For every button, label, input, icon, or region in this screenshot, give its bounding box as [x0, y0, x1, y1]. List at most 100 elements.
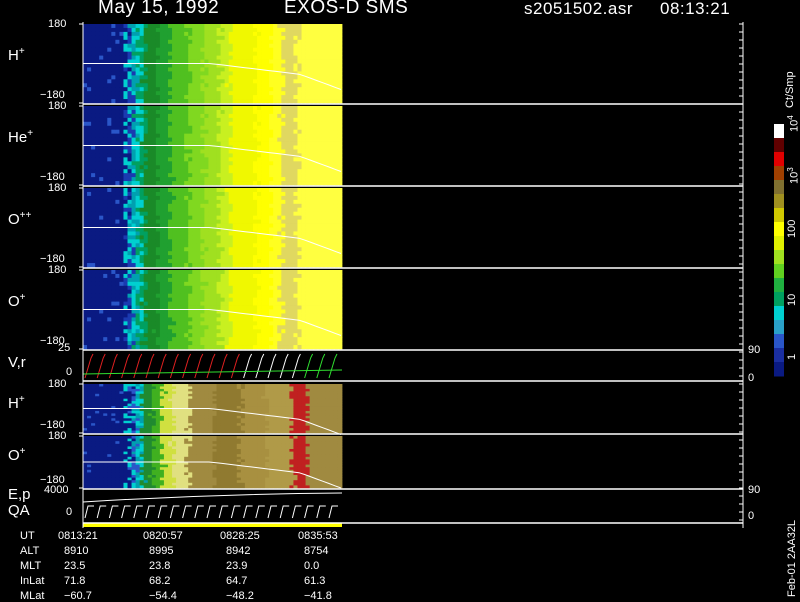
- o-plus-cell: [107, 321, 112, 326]
- o-plus-cell: [228, 325, 234, 330]
- o-plusplus-cell: [83, 235, 88, 240]
- o-plusplus-cell: [333, 203, 339, 209]
- o-plus-cell: [224, 329, 230, 334]
- o-plus-cell: [103, 293, 108, 299]
- h-plus-cell: [91, 71, 96, 76]
- o-plus-cell: [301, 341, 306, 346]
- he-plus-cell: [333, 117, 339, 123]
- o-plusplus-cell: [184, 227, 189, 232]
- he-plus-cell: [212, 153, 217, 158]
- o-plusplus-cell: [172, 199, 177, 205]
- o-plus-cell: [293, 333, 298, 338]
- h-plus-cell: [285, 35, 290, 41]
- o-plusplus-cell: [313, 191, 319, 197]
- o-plus-cell: [309, 317, 315, 322]
- he-plus-cell: [204, 113, 209, 119]
- h-plus-cell: [301, 87, 306, 92]
- o-plus-cell: [99, 321, 104, 326]
- o-plus-cell: [277, 333, 282, 338]
- o-plus-cell: [257, 317, 262, 322]
- he-plus-cell: [317, 125, 323, 131]
- he-plus-cell: [143, 109, 149, 115]
- he-plus-cell: [265, 173, 270, 178]
- h-plus-cell: [224, 59, 230, 64]
- he-plus-cell: [301, 165, 306, 170]
- o-plus-cell: [212, 341, 217, 346]
- o-plusplus-cell: [309, 199, 315, 205]
- o-plusplus-cell: [103, 219, 108, 224]
- o-plusplus-cell: [265, 231, 270, 236]
- o-plusplus-cell: [216, 199, 221, 205]
- he-plus-cell: [236, 161, 242, 166]
- o-plusplus-cell: [95, 231, 100, 236]
- o-plusplus-cell: [293, 231, 298, 236]
- o-plusplus-cell: [313, 223, 319, 228]
- o-plus-cell: [103, 273, 108, 279]
- o-plusplus-cell: [200, 219, 205, 224]
- o-plusplus-cell: [163, 259, 169, 264]
- o-plusplus-cell: [285, 239, 290, 244]
- he-plus-cell: [337, 137, 343, 142]
- o-plus-cell: [208, 345, 213, 350]
- he-plus-cell: [103, 181, 108, 186]
- o-plus-cell: [107, 297, 112, 302]
- h-plus-cell: [252, 71, 258, 76]
- o-plus-cell: [228, 289, 234, 295]
- h-plus-cell: [289, 51, 294, 56]
- h-plus-cell: [200, 91, 205, 96]
- o-plusplus-cell: [192, 239, 197, 244]
- o-plusplus-cell: [167, 219, 173, 224]
- h-plus-cell: [172, 63, 177, 68]
- o-plusplus-cell: [317, 219, 323, 224]
- he-plus-cell: [159, 125, 165, 131]
- he-plus-cell: [257, 165, 262, 170]
- he-plus-cell: [107, 165, 112, 170]
- h-plus-cell: [163, 99, 169, 104]
- he-plus-cell: [240, 161, 246, 166]
- o-plus-cell: [285, 289, 290, 295]
- o-plusplus-cell: [305, 203, 311, 209]
- o-plusplus-cell: [224, 215, 230, 220]
- o-plus-cell: [285, 309, 290, 314]
- h-plus-cell: [123, 67, 128, 72]
- h-plus-cell: [244, 75, 250, 80]
- he-plus-cell: [244, 125, 250, 131]
- o-plusplus-cell: [147, 207, 153, 213]
- o-plusplus-cell: [333, 243, 339, 248]
- o-plus-cell: [281, 285, 286, 291]
- he-plus-cell: [131, 153, 137, 158]
- o-plusplus-cell: [269, 255, 274, 260]
- h-plus-cell: [192, 43, 197, 49]
- h-plus-cell: [131, 71, 137, 76]
- he-plus-cell: [277, 109, 282, 115]
- h-plus-cell: [329, 47, 335, 53]
- he-plus-cell: [87, 177, 92, 182]
- o-plusplus-cell: [200, 255, 205, 260]
- o-plusplus-cell: [293, 227, 298, 232]
- he-plus-cell: [135, 165, 141, 170]
- h-plus-cell: [236, 75, 242, 80]
- o-plus-cell: [220, 273, 226, 279]
- o-plusplus-cell: [204, 227, 209, 232]
- o-plus-cell: [131, 329, 137, 334]
- h-plus-cell: [151, 31, 157, 37]
- o-plus-cell: [236, 329, 242, 334]
- o-plusplus-cell: [224, 188, 230, 193]
- h-plus-cell: [139, 75, 145, 80]
- he-plus-cell: [95, 181, 100, 186]
- o-plus-cell: [163, 325, 169, 330]
- h-plus-cell: [293, 91, 298, 96]
- he-plus-cell: [301, 145, 306, 150]
- he-plus-cell: [180, 161, 185, 166]
- o-plus-cell: [224, 301, 230, 306]
- he-plus-cell: [244, 121, 250, 127]
- o-plus-cell: [200, 270, 205, 275]
- h-plus-cell: [196, 87, 201, 92]
- o-plus-cell: [204, 285, 209, 291]
- he-plus-cell: [103, 165, 108, 170]
- he-plus-cell: [281, 109, 286, 115]
- he-plus-cell: [155, 113, 161, 119]
- o-plus-cell: [212, 317, 217, 322]
- o-plus-cell: [155, 309, 161, 314]
- o-plusplus-cell: [220, 211, 226, 217]
